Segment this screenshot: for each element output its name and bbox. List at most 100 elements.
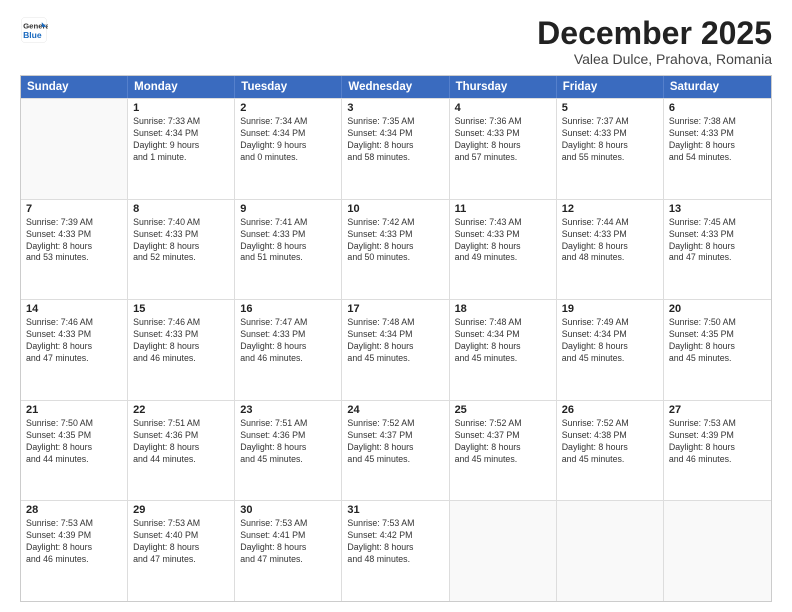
calendar-cell-6: 6 Sunrise: 7:38 AM Sunset: 4:33 PM Daylig… [664, 99, 771, 199]
calendar: SundayMondayTuesdayWednesdayThursdayFrid… [20, 75, 772, 602]
weekday-header-thursday: Thursday [450, 76, 557, 98]
cell-info-text: Sunrise: 7:35 AM Sunset: 4:34 PM Dayligh… [347, 116, 443, 164]
cell-info-text: Sunrise: 7:39 AM Sunset: 4:33 PM Dayligh… [26, 217, 122, 265]
cell-info-text: Sunrise: 7:52 AM Sunset: 4:38 PM Dayligh… [562, 418, 658, 466]
cell-info-text: Sunrise: 7:53 AM Sunset: 4:40 PM Dayligh… [133, 518, 229, 566]
calendar-cell-empty [450, 501, 557, 601]
calendar-cell-23: 23 Sunrise: 7:51 AM Sunset: 4:36 PM Dayli… [235, 401, 342, 501]
calendar-cell-24: 24 Sunrise: 7:52 AM Sunset: 4:37 PM Dayli… [342, 401, 449, 501]
cell-day-number: 12 [562, 203, 658, 215]
calendar-cell-22: 22Sunrise: 7:51 AM Sunset: 4:36 PM Dayli… [128, 401, 235, 501]
cell-day-number: 29 [133, 504, 229, 516]
calendar-row-3: 14Sunrise: 7:46 AM Sunset: 4:33 PM Dayli… [21, 299, 771, 400]
calendar-cell-31: 31Sunrise: 7:53 AM Sunset: 4:42 PM Dayli… [342, 501, 449, 601]
calendar-cell-16: 16 Sunrise: 7:47 AM Sunset: 4:33 PM Dayli… [235, 300, 342, 400]
calendar-cell-27: 27 Sunrise: 7:53 AM Sunset: 4:39 PM Dayli… [664, 401, 771, 501]
cell-info-text: Sunrise: 7:36 AM Sunset: 4:33 PM Dayligh… [455, 116, 551, 164]
cell-info-text: Sunrise: 7:52 AM Sunset: 4:37 PM Dayligh… [455, 418, 551, 466]
weekday-header-friday: Friday [557, 76, 664, 98]
calendar-cell-empty [557, 501, 664, 601]
calendar-row-2: 7 Sunrise: 7:39 AM Sunset: 4:33 PM Daylig… [21, 199, 771, 300]
cell-day-number: 2 [240, 102, 336, 114]
cell-day-number: 7 [26, 203, 122, 215]
weekday-header-sunday: Sunday [21, 76, 128, 98]
calendar-cell-28: 28 Sunrise: 7:53 AM Sunset: 4:39 PM Dayli… [21, 501, 128, 601]
calendar-cell-5: 5 Sunrise: 7:37 AM Sunset: 4:33 PM Daylig… [557, 99, 664, 199]
cell-info-text: Sunrise: 7:48 AM Sunset: 4:34 PM Dayligh… [347, 317, 443, 365]
header: General Blue December 2025 Valea Dulce, … [20, 16, 772, 67]
cell-info-text: Sunrise: 7:50 AM Sunset: 4:35 PM Dayligh… [26, 418, 122, 466]
cell-day-number: 17 [347, 303, 443, 315]
page: General Blue December 2025 Valea Dulce, … [0, 0, 792, 612]
cell-info-text: Sunrise: 7:52 AM Sunset: 4:37 PM Dayligh… [347, 418, 443, 466]
calendar-cell-26: 26 Sunrise: 7:52 AM Sunset: 4:38 PM Dayli… [557, 401, 664, 501]
calendar-cell-13: 13 Sunrise: 7:45 AM Sunset: 4:33 PM Dayli… [664, 200, 771, 300]
cell-info-text: Sunrise: 7:46 AM Sunset: 4:33 PM Dayligh… [133, 317, 229, 365]
calendar-cell-empty [664, 501, 771, 601]
calendar-cell-10: 10Sunrise: 7:42 AM Sunset: 4:33 PM Dayli… [342, 200, 449, 300]
calendar-cell-4: 4Sunrise: 7:36 AM Sunset: 4:33 PM Daylig… [450, 99, 557, 199]
cell-info-text: Sunrise: 7:50 AM Sunset: 4:35 PM Dayligh… [669, 317, 766, 365]
cell-info-text: Sunrise: 7:53 AM Sunset: 4:39 PM Dayligh… [26, 518, 122, 566]
weekday-header-tuesday: Tuesday [235, 76, 342, 98]
calendar-cell-3: 3 Sunrise: 7:35 AM Sunset: 4:34 PM Daylig… [342, 99, 449, 199]
cell-info-text: Sunrise: 7:48 AM Sunset: 4:34 PM Dayligh… [455, 317, 551, 365]
calendar-cell-11: 11Sunrise: 7:43 AM Sunset: 4:33 PM Dayli… [450, 200, 557, 300]
cell-day-number: 27 [669, 404, 766, 416]
cell-day-number: 5 [562, 102, 658, 114]
cell-info-text: Sunrise: 7:33 AM Sunset: 4:34 PM Dayligh… [133, 116, 229, 164]
cell-info-text: Sunrise: 7:53 AM Sunset: 4:41 PM Dayligh… [240, 518, 336, 566]
weekday-header-wednesday: Wednesday [342, 76, 449, 98]
weekday-header-saturday: Saturday [664, 76, 771, 98]
cell-day-number: 15 [133, 303, 229, 315]
calendar-cell-20: 20 Sunrise: 7:50 AM Sunset: 4:35 PM Dayli… [664, 300, 771, 400]
cell-info-text: Sunrise: 7:45 AM Sunset: 4:33 PM Dayligh… [669, 217, 766, 265]
cell-day-number: 1 [133, 102, 229, 114]
calendar-cell-empty [21, 99, 128, 199]
cell-day-number: 28 [26, 504, 122, 516]
cell-info-text: Sunrise: 7:53 AM Sunset: 4:42 PM Dayligh… [347, 518, 443, 566]
cell-info-text: Sunrise: 7:46 AM Sunset: 4:33 PM Dayligh… [26, 317, 122, 365]
cell-info-text: Sunrise: 7:38 AM Sunset: 4:33 PM Dayligh… [669, 116, 766, 164]
cell-info-text: Sunrise: 7:37 AM Sunset: 4:33 PM Dayligh… [562, 116, 658, 164]
calendar-row-1: 1 Sunrise: 7:33 AM Sunset: 4:34 PM Daylig… [21, 98, 771, 199]
logo-icon: General Blue [20, 16, 48, 44]
calendar-body: 1 Sunrise: 7:33 AM Sunset: 4:34 PM Daylig… [21, 98, 771, 601]
calendar-cell-14: 14Sunrise: 7:46 AM Sunset: 4:33 PM Dayli… [21, 300, 128, 400]
title-block: December 2025 Valea Dulce, Prahova, Roma… [537, 16, 772, 67]
cell-day-number: 22 [133, 404, 229, 416]
cell-day-number: 6 [669, 102, 766, 114]
calendar-cell-17: 17 Sunrise: 7:48 AM Sunset: 4:34 PM Dayli… [342, 300, 449, 400]
cell-day-number: 16 [240, 303, 336, 315]
cell-day-number: 13 [669, 203, 766, 215]
cell-info-text: Sunrise: 7:51 AM Sunset: 4:36 PM Dayligh… [240, 418, 336, 466]
calendar-cell-7: 7 Sunrise: 7:39 AM Sunset: 4:33 PM Daylig… [21, 200, 128, 300]
calendar-cell-8: 8Sunrise: 7:40 AM Sunset: 4:33 PM Daylig… [128, 200, 235, 300]
logo: General Blue [20, 16, 48, 44]
cell-day-number: 20 [669, 303, 766, 315]
calendar-cell-19: 19 Sunrise: 7:49 AM Sunset: 4:34 PM Dayli… [557, 300, 664, 400]
cell-day-number: 26 [562, 404, 658, 416]
cell-day-number: 24 [347, 404, 443, 416]
cell-day-number: 21 [26, 404, 122, 416]
cell-info-text: Sunrise: 7:49 AM Sunset: 4:34 PM Dayligh… [562, 317, 658, 365]
cell-day-number: 19 [562, 303, 658, 315]
calendar-cell-9: 9Sunrise: 7:41 AM Sunset: 4:33 PM Daylig… [235, 200, 342, 300]
calendar-cell-25: 25 Sunrise: 7:52 AM Sunset: 4:37 PM Dayli… [450, 401, 557, 501]
svg-text:Blue: Blue [23, 30, 42, 40]
calendar-cell-1: 1 Sunrise: 7:33 AM Sunset: 4:34 PM Daylig… [128, 99, 235, 199]
cell-day-number: 11 [455, 203, 551, 215]
calendar-cell-15: 15 Sunrise: 7:46 AM Sunset: 4:33 PM Dayli… [128, 300, 235, 400]
calendar-cell-12: 12Sunrise: 7:44 AM Sunset: 4:33 PM Dayli… [557, 200, 664, 300]
cell-day-number: 30 [240, 504, 336, 516]
cell-info-text: Sunrise: 7:47 AM Sunset: 4:33 PM Dayligh… [240, 317, 336, 365]
cell-day-number: 23 [240, 404, 336, 416]
cell-day-number: 25 [455, 404, 551, 416]
cell-day-number: 9 [240, 203, 336, 215]
cell-info-text: Sunrise: 7:42 AM Sunset: 4:33 PM Dayligh… [347, 217, 443, 265]
cell-day-number: 18 [455, 303, 551, 315]
weekday-header-monday: Monday [128, 76, 235, 98]
cell-info-text: Sunrise: 7:34 AM Sunset: 4:34 PM Dayligh… [240, 116, 336, 164]
cell-day-number: 3 [347, 102, 443, 114]
cell-info-text: Sunrise: 7:53 AM Sunset: 4:39 PM Dayligh… [669, 418, 766, 466]
